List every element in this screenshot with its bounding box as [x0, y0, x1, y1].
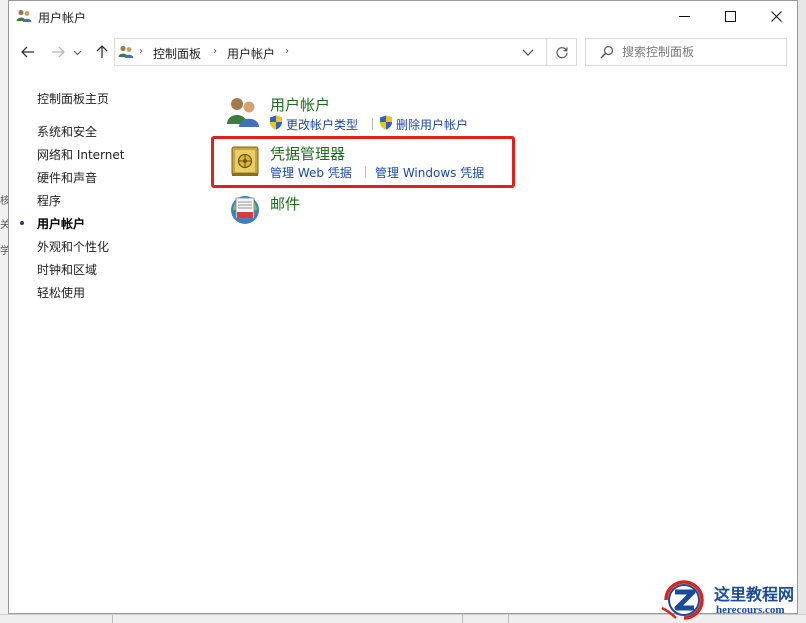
arrow-up-icon [96, 45, 108, 58]
link-divider [365, 166, 366, 178]
breadcrumb-separator[interactable]: › [285, 46, 289, 57]
site-logo-icon [661, 580, 704, 620]
main-content: 用户帐户 更改帐户类型 删除用户帐户 凭据管理器 管理 Web 凭据 管理 Wi… [209, 72, 789, 612]
chevron-down-icon [73, 50, 81, 55]
category-user-accounts-title[interactable]: 用户帐户 [270, 94, 330, 115]
minimize-icon [678, 16, 690, 17]
search-input[interactable] [622, 41, 778, 63]
arrow-left-icon [21, 46, 34, 58]
close-icon [770, 11, 782, 22]
credential-vault-icon[interactable] [227, 143, 263, 179]
up-button[interactable] [91, 41, 113, 63]
sidebar-item-hardware-and-sound[interactable]: 硬件和声音 [37, 169, 97, 186]
arrow-right-icon [52, 46, 65, 58]
close-button[interactable] [753, 1, 799, 32]
recent-locations-button[interactable] [71, 41, 83, 63]
category-mail-title[interactable]: 邮件 [270, 193, 300, 214]
sidebar-item-network-and-internet[interactable]: 网络和 Internet [37, 146, 124, 163]
uac-shield-icon [380, 115, 392, 130]
breadcrumb-control-panel[interactable]: 控制面板 [153, 45, 201, 62]
manage-windows-credentials-link[interactable]: 管理 Windows 凭据 [375, 164, 484, 181]
user-accounts-icon[interactable] [225, 94, 261, 130]
breadcrumb-user-accounts[interactable]: 用户帐户 [227, 45, 275, 62]
background-divider [508, 615, 509, 623]
minimize-button[interactable] [661, 1, 707, 32]
link-divider [372, 118, 373, 130]
watermark-url: herecours.com [716, 604, 785, 616]
manage-web-credentials-link[interactable]: 管理 Web 凭据 [270, 164, 352, 181]
sidebar-item-user-accounts[interactable]: 用户帐户 [37, 215, 85, 232]
refresh-button[interactable] [547, 38, 577, 66]
back-button[interactable] [17, 41, 39, 63]
screen: 核 关 学 用户帐户 › 控制面板 › 用户帐户 › 搜索控制面板 控制面板主页… [0, 0, 806, 623]
user-accounts-icon [118, 45, 134, 58]
title-bar[interactable]: 用户帐户 [9, 1, 797, 32]
forward-button[interactable] [47, 41, 69, 63]
sidebar-item-control-panel-home[interactable]: 控制面板主页 [37, 90, 109, 107]
navigation-bar: › 控制面板 › 用户帐户 › [9, 32, 797, 72]
search-box[interactable] [585, 38, 787, 66]
sidebar-item-appearance[interactable]: 外观和个性化 [37, 238, 109, 255]
search-icon [600, 45, 614, 59]
background-divider [112, 615, 113, 623]
breadcrumb-separator[interactable]: › [213, 46, 217, 57]
sidebar: 控制面板主页 系统和安全 网络和 Internet 硬件和声音 程序 用户帐户 … [9, 72, 199, 612]
remove-user-accounts-link[interactable]: 删除用户帐户 [396, 116, 468, 133]
background-divider [462, 615, 463, 623]
maximize-button[interactable] [707, 1, 753, 32]
window-title: 用户帐户 [38, 11, 87, 25]
sidebar-item-programs[interactable]: 程序 [37, 192, 61, 209]
user-accounts-icon [16, 9, 32, 22]
control-panel-window: 用户帐户 › 控制面板 › 用户帐户 › 搜索控制面板 控制面板主页 系统和安全… [8, 0, 798, 614]
uac-shield-icon [270, 115, 282, 130]
sidebar-item-ease-of-access[interactable]: 轻松使用 [37, 284, 85, 301]
sidebar-item-clock-and-region[interactable]: 时钟和区域 [37, 261, 97, 278]
category-credential-manager-title[interactable]: 凭据管理器 [270, 143, 345, 164]
active-item-bullet [20, 221, 24, 225]
watermark: 这里教程网 herecours.com [660, 578, 806, 623]
refresh-icon [555, 47, 568, 59]
sidebar-item-system-and-security[interactable]: 系统和安全 [37, 123, 97, 140]
mail-icon[interactable] [227, 190, 263, 226]
address-bar[interactable]: › 控制面板 › 用户帐户 › [114, 38, 547, 66]
maximize-icon [724, 11, 736, 22]
chevron-down-icon[interactable] [521, 45, 535, 59]
change-account-type-link[interactable]: 更改帐户类型 [286, 116, 358, 133]
breadcrumb-separator[interactable]: › [139, 46, 143, 57]
watermark-name: 这里教程网 [714, 585, 795, 604]
